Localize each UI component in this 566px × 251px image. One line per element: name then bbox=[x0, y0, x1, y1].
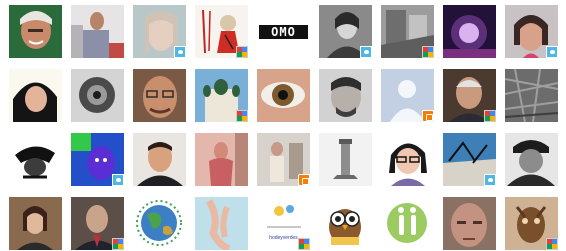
avatar-tile[interactable] bbox=[505, 5, 558, 58]
avatar-tile[interactable] bbox=[71, 69, 124, 122]
avatar-photo bbox=[505, 133, 558, 186]
twitter-badge-icon bbox=[484, 174, 496, 186]
avatar-photo bbox=[195, 133, 248, 186]
avatar-tile[interactable] bbox=[257, 133, 310, 186]
avatar-tile[interactable] bbox=[133, 197, 186, 250]
avatar-illustration bbox=[195, 197, 248, 250]
avatar-photo bbox=[319, 133, 372, 186]
owl-icon bbox=[319, 197, 372, 250]
avatar-tile[interactable] bbox=[71, 5, 124, 58]
google-badge-icon bbox=[298, 238, 310, 250]
avatar-tile[interactable] bbox=[381, 133, 434, 186]
avatar-tile[interactable] bbox=[133, 5, 186, 58]
avatar-tile[interactable] bbox=[9, 5, 62, 58]
twitter-badge-icon bbox=[174, 46, 186, 58]
brand-logo bbox=[381, 197, 434, 250]
blogger-badge-icon bbox=[422, 110, 434, 122]
avatar-tile[interactable] bbox=[505, 133, 558, 186]
avatar-photo bbox=[9, 197, 62, 250]
avatar-tile[interactable] bbox=[195, 5, 248, 58]
avatar-photo bbox=[71, 69, 124, 122]
twitter-badge-icon bbox=[360, 46, 372, 58]
avatar-tile[interactable] bbox=[195, 197, 248, 250]
avatar-tile[interactable] bbox=[443, 69, 496, 122]
google-badge-icon bbox=[484, 110, 496, 122]
avatar-tile[interactable] bbox=[381, 69, 434, 122]
google-badge-icon bbox=[236, 110, 248, 122]
avatar-photo bbox=[133, 69, 186, 122]
avatar-tile[interactable] bbox=[443, 197, 496, 250]
avatar-photo bbox=[133, 133, 186, 186]
avatar-photo bbox=[257, 69, 310, 122]
avatar-tile[interactable] bbox=[133, 133, 186, 186]
avatar-photo bbox=[505, 69, 558, 122]
avatar-illustration bbox=[381, 133, 434, 186]
google-badge-icon bbox=[236, 46, 248, 58]
avatar-photo bbox=[319, 69, 372, 122]
avatar-tile[interactable] bbox=[9, 133, 62, 186]
avatar-tile[interactable]: hodeyverdes bbox=[257, 197, 310, 250]
avatar-tile[interactable] bbox=[71, 197, 124, 250]
twitter-badge-icon bbox=[546, 46, 558, 58]
avatar-tile[interactable] bbox=[71, 133, 124, 186]
google-badge-icon bbox=[422, 46, 434, 58]
avatar-tile[interactable] bbox=[9, 197, 62, 250]
avatar-photo bbox=[443, 197, 496, 250]
avatar-tile[interactable] bbox=[257, 69, 310, 122]
avatar-tile[interactable]: OMO bbox=[257, 5, 310, 58]
google-badge-icon bbox=[112, 238, 124, 250]
avatar-tile[interactable] bbox=[195, 69, 248, 122]
avatar-tile[interactable] bbox=[319, 197, 372, 250]
avatar-photo bbox=[9, 69, 62, 122]
blogger-badge-icon bbox=[298, 174, 310, 186]
avatar-tile[interactable] bbox=[505, 197, 558, 250]
avatar-tile[interactable] bbox=[443, 5, 496, 58]
avatar-tile[interactable] bbox=[319, 69, 372, 122]
avatar-tile[interactable] bbox=[381, 197, 434, 250]
avatar-tile[interactable] bbox=[319, 133, 372, 186]
avatar-tile[interactable] bbox=[133, 69, 186, 122]
avatar-tile[interactable] bbox=[443, 133, 496, 186]
avatar-grid: OMO hodeyverdes bbox=[0, 0, 566, 251]
avatar-tile[interactable] bbox=[195, 133, 248, 186]
google-badge-icon bbox=[546, 238, 558, 250]
avatar-photo bbox=[9, 5, 62, 58]
avatar-tile[interactable] bbox=[319, 5, 372, 58]
globe-logo bbox=[133, 197, 186, 250]
avatar-illustration bbox=[9, 133, 62, 186]
twitter-badge-icon bbox=[112, 174, 124, 186]
avatar-photo bbox=[71, 5, 124, 58]
avatar-tile[interactable] bbox=[381, 5, 434, 58]
logo-wordmark: OMO bbox=[259, 25, 308, 39]
avatar-tile[interactable] bbox=[505, 69, 558, 122]
avatar-tile[interactable] bbox=[9, 69, 62, 122]
avatar-photo bbox=[443, 5, 496, 58]
